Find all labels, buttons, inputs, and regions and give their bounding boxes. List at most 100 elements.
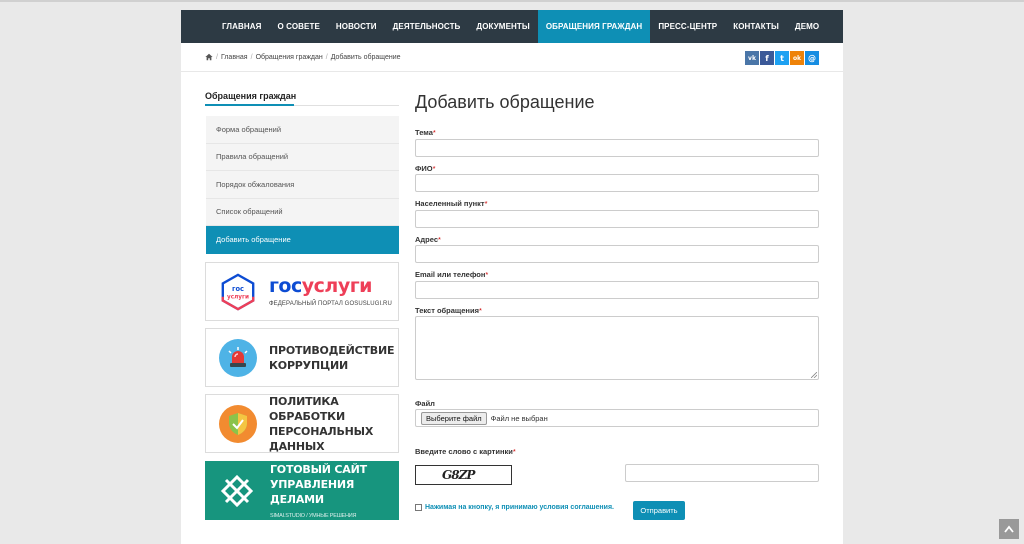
top-border <box>0 0 1024 2</box>
gosuslugi-banner[interactable]: гос услуги госуслуги ФЕДЕРАЛЬНЫЙ ПОРТАЛ … <box>205 262 399 321</box>
required-mark: * <box>438 235 441 244</box>
page-title: Добавить обращение <box>415 92 595 112</box>
captcha-input[interactable] <box>625 464 819 482</box>
ready-site-text: Готовый сайт управления делами SIMAI.STU… <box>270 462 398 520</box>
home-icon[interactable] <box>205 53 213 61</box>
ready-site-line2: управления делами <box>270 477 355 506</box>
breadcrumb-separator: / <box>325 53 328 61</box>
nav-item-contacts[interactable]: Контакты <box>725 10 787 43</box>
anticorruption-line2: коррупции <box>269 358 348 372</box>
required-mark: * <box>485 270 489 279</box>
gosuslugi-text: госуслуги ФЕДЕРАЛЬНЫЙ ПОРТАЛ GOSUSLUGI.R… <box>269 276 392 307</box>
breadcrumb: / Главная / Обращения граждан / Добавить… <box>205 53 401 61</box>
twitter-icon[interactable]: t <box>775 51 789 65</box>
gosuslugi-logo-line2: услуги <box>227 294 249 300</box>
chevron-up-icon <box>1004 525 1014 533</box>
text-label: Текст обращения* <box>415 306 482 315</box>
personal-data-text: Политика обработки персональных данных <box>269 394 398 454</box>
sidebar-title-accent <box>205 104 294 106</box>
contact-label-text: Email или телефон <box>415 270 486 279</box>
personal-data-line2: персональных данных <box>269 424 374 453</box>
address-label: Адрес* <box>415 235 441 244</box>
nav-item-appeals[interactable]: Обращения граждан <box>537 10 651 43</box>
nav-item-demo[interactable]: Демо <box>787 10 827 43</box>
simai-logo-icon <box>220 474 254 507</box>
fio-label: ФИО* <box>415 164 436 173</box>
gosuslugi-logo-line1: гос <box>232 285 244 293</box>
fio-input[interactable] <box>415 174 819 192</box>
sidebar-title: Обращения граждан <box>205 91 297 101</box>
personal-data-banner[interactable]: Политика обработки персональных данных <box>205 394 399 453</box>
captcha-label: Введите слово с картинки* <box>415 447 516 456</box>
nav-item-news[interactable]: Новости <box>328 10 385 43</box>
text-label-text: Текст обращения <box>415 306 479 315</box>
gosuslugi-title-part2: услуги <box>301 275 373 297</box>
gosuslugi-subtitle: ФЕДЕРАЛЬНЫЙ ПОРТАЛ GOSUSLUGI.RU <box>269 301 392 307</box>
main-nav: Главная О совете Новости Деятельность До… <box>181 10 843 43</box>
locality-label-text: Населенный пункт <box>415 199 485 208</box>
breadcrumb-home-link[interactable]: Главная <box>221 54 248 61</box>
locality-input[interactable] <box>415 210 819 228</box>
required-mark: * <box>478 306 482 315</box>
odnoklassniki-icon[interactable]: ok <box>790 51 804 65</box>
fio-label-text: ФИО <box>415 164 433 173</box>
siren-icon <box>219 338 257 377</box>
anticorruption-line1: Противодействие <box>269 343 395 357</box>
scroll-to-top-button[interactable] <box>999 519 1019 539</box>
locality-label: Населенный пункт* <box>415 199 488 208</box>
address-label-text: Адрес <box>415 235 439 244</box>
header-divider <box>181 71 843 72</box>
appeal-textarea[interactable] <box>415 316 819 380</box>
required-mark: * <box>512 447 516 456</box>
facebook-icon[interactable]: f <box>760 51 774 65</box>
ready-site-small: SIMAI.STUDIO / УМНЫЕ РЕШЕНИЯ <box>270 512 357 519</box>
sidebar-item-list[interactable]: Список обращений <box>206 198 399 226</box>
nav-item-activity[interactable]: Деятельность <box>385 10 469 43</box>
sidebar-item-add[interactable]: Добавить обращение <box>206 226 399 254</box>
anticorruption-text: Противодействие коррупции <box>269 343 394 373</box>
agree-checkbox[interactable] <box>415 504 422 511</box>
subject-label-text: Тема <box>415 128 433 137</box>
ready-site-line1: Готовый сайт <box>270 462 367 476</box>
breadcrumb-separator: / <box>250 53 253 61</box>
ready-site-banner[interactable]: Готовый сайт управления делами SIMAI.STU… <box>205 461 399 520</box>
required-mark: * <box>432 128 436 137</box>
file-status: Файл не выбран <box>490 413 548 423</box>
breadcrumb-appeals-link[interactable]: Обращения граждан <box>256 54 323 61</box>
address-input[interactable] <box>415 245 819 263</box>
breadcrumb-current: Добавить обращение <box>330 53 401 61</box>
personal-data-line1: Политика обработки <box>269 394 345 423</box>
page-container: Главная О совете Новости Деятельность До… <box>181 10 843 544</box>
subject-label: Тема* <box>415 128 436 137</box>
anticorruption-banner[interactable]: Противодействие коррупции <box>205 328 399 387</box>
required-mark: * <box>484 199 488 208</box>
vk-icon[interactable]: vk <box>745 51 759 65</box>
subject-input[interactable] <box>415 139 819 157</box>
submit-button[interactable]: Отправить <box>633 501 685 520</box>
file-label: Файл <box>415 399 435 408</box>
contact-input[interactable] <box>415 281 819 299</box>
nav-item-documents[interactable]: Документы <box>468 10 537 43</box>
file-input[interactable]: Выберите файл Файл не выбран <box>415 409 819 427</box>
sidebar-menu: Форма обращений Правила обращений Порядо… <box>206 116 399 254</box>
agreement: Нажимая на кнопку, я принимаю условия со… <box>415 504 614 511</box>
resize-grip-icon[interactable] <box>811 372 817 378</box>
captcha-image: G8ZP <box>415 465 512 485</box>
sidebar-item-form[interactable]: Форма обращений <box>206 116 399 144</box>
moimir-icon[interactable]: @ <box>805 51 819 65</box>
sidebar-item-appeal-procedure[interactable]: Порядок обжалования <box>206 171 399 199</box>
sidebar-item-rules[interactable]: Правила обращений <box>206 143 399 171</box>
choose-file-button[interactable]: Выберите файл <box>421 411 487 425</box>
agree-text[interactable]: Нажимая на кнопку, я принимаю условия со… <box>425 504 614 511</box>
nav-item-home[interactable]: Главная <box>214 10 270 43</box>
gosuslugi-title: госуслуги <box>269 276 392 296</box>
shield-icon <box>219 404 257 443</box>
contact-label: Email или телефон* <box>415 270 488 279</box>
required-mark: * <box>432 164 436 173</box>
nav-item-press[interactable]: Пресс-центр <box>650 10 725 43</box>
captcha-label-text: Введите слово с картинки <box>415 447 513 456</box>
nav-item-about[interactable]: О совете <box>270 10 328 43</box>
gosuslugi-title-part1: гос <box>269 275 302 297</box>
social-share: vk f t ok @ <box>745 51 819 65</box>
breadcrumb-separator: / <box>216 53 218 61</box>
